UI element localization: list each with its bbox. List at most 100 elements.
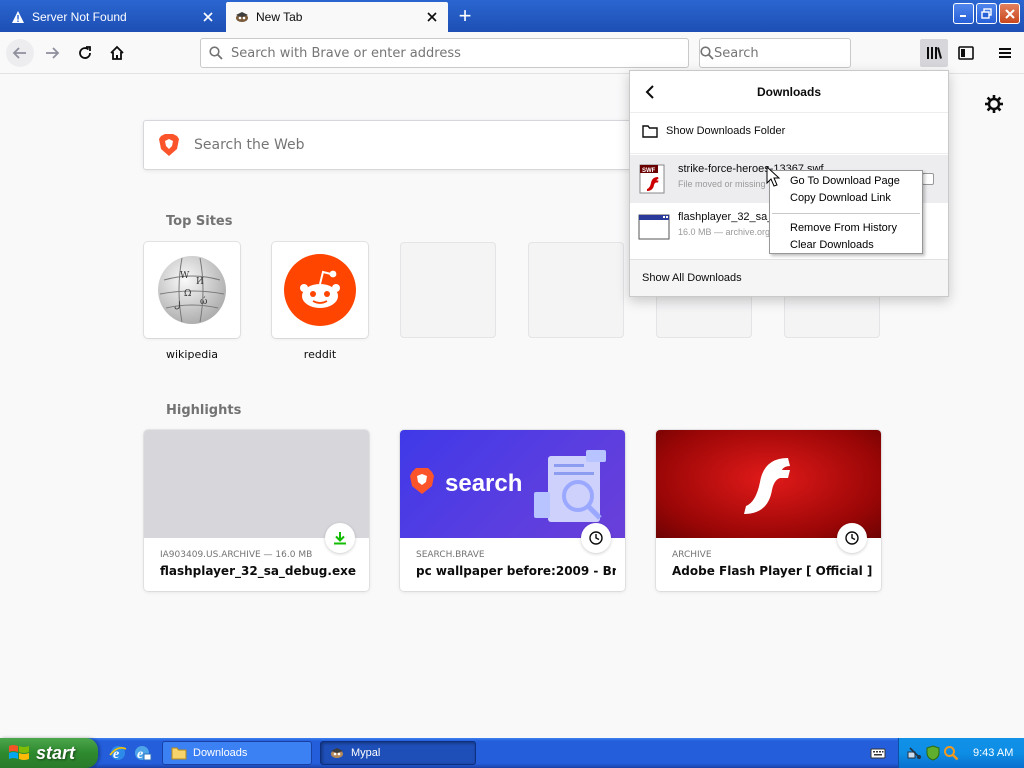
retry-button[interactable]	[922, 173, 934, 185]
card-context: IA903409.US.ARCHIVE — 16.0 MB	[160, 550, 313, 560]
sidebar-icon	[958, 46, 974, 60]
tab-label: Server Not Found	[32, 10, 127, 24]
windows-taskbar: start e e Downloads Mypal 9:43 AM	[0, 738, 1024, 768]
highlight-card[interactable]: ARCHIVE Adobe Flash Player [ Official ] …	[656, 430, 881, 591]
outlook-express-icon[interactable]: e	[132, 743, 152, 763]
card-image	[656, 430, 881, 538]
back-button[interactable]	[6, 39, 34, 67]
svg-text:SWF: SWF	[642, 168, 656, 174]
system-tray: 9:43 AM	[898, 738, 1024, 768]
show-all-downloads-button[interactable]: Show All Downloads	[630, 259, 948, 296]
card-image: search	[400, 430, 625, 538]
start-label: start	[36, 742, 76, 763]
top-site-reddit[interactable]: reddit	[272, 242, 368, 361]
mypal-icon	[329, 745, 345, 761]
new-tab-button[interactable]: +	[454, 5, 476, 28]
security-shield-icon[interactable]	[925, 745, 941, 761]
empty-site-tile	[400, 242, 496, 338]
top-site-wikipedia[interactable]: WИΩώ ل wikipedia	[144, 242, 240, 361]
network-icon[interactable]	[907, 745, 923, 761]
menu-separator	[772, 213, 920, 214]
taskbar-item-mypal[interactable]: Mypal	[320, 741, 476, 765]
svg-text:ώ: ώ	[200, 296, 207, 307]
clock-icon	[837, 523, 867, 553]
svg-text:ل: ل	[174, 301, 181, 311]
reload-button[interactable]	[71, 39, 99, 67]
card-title: Adobe Flash Player [ Official ] ( w...	[672, 564, 872, 578]
windows-flag-icon	[8, 743, 30, 763]
keyboard-layout-icon[interactable]	[870, 745, 886, 761]
site-tile	[272, 242, 368, 338]
show-downloads-folder-label: Show Downloads Folder	[666, 125, 786, 137]
site-label: reddit	[303, 348, 337, 361]
wikipedia-icon: WИΩώ ل	[158, 256, 226, 324]
internet-explorer-icon[interactable]: e	[108, 743, 128, 763]
svg-text:Ω: Ω	[184, 289, 191, 299]
search-bar[interactable]	[699, 38, 884, 68]
tab-strip: Server Not Found New Tab +	[0, 0, 1024, 32]
card-title: pc wallpaper before:2009 - Brav...	[416, 564, 616, 578]
restore-button[interactable]	[976, 3, 997, 24]
search-input[interactable]	[714, 45, 884, 61]
card-title: flashplayer_32_sa_debug.exe	[160, 564, 356, 578]
top-site-empty[interactable]	[400, 242, 496, 338]
tab-server-not-found[interactable]: Server Not Found	[2, 2, 224, 32]
url-bar[interactable]	[200, 38, 689, 68]
menu-button[interactable]	[991, 39, 1019, 67]
hamburger-menu-icon	[999, 48, 1011, 58]
forward-button[interactable]	[38, 39, 66, 67]
forward-arrow-icon	[46, 47, 60, 59]
flash-logo-icon	[744, 458, 790, 514]
close-window-button[interactable]	[999, 3, 1020, 24]
system-clock: 9:43 AM	[973, 747, 1014, 759]
swf-file-icon: SWF	[638, 163, 670, 195]
mouse-cursor-icon	[766, 165, 782, 188]
svg-text:e: e	[137, 747, 143, 762]
library-button[interactable]	[920, 39, 948, 67]
menu-item-remove-from-history[interactable]: Remove From History	[770, 220, 922, 237]
top-site-empty[interactable]	[528, 242, 624, 338]
download-icon	[325, 523, 355, 553]
downloads-title: Downloads	[756, 84, 821, 99]
download-status: 16.0 MB — archive.org	[678, 227, 771, 237]
start-button[interactable]: start	[0, 738, 98, 768]
site-tile: WИΩώ ل	[144, 242, 240, 338]
svg-text:И: И	[196, 277, 204, 287]
taskbar-item-label: Downloads	[193, 747, 248, 759]
card-image-text: search	[445, 470, 522, 497]
window-controls	[953, 3, 1020, 24]
menu-item-go-to-download-page[interactable]: Go To Download Page	[770, 173, 922, 190]
tab-label: New Tab	[256, 10, 303, 24]
taskbar-item-label: Mypal	[351, 747, 381, 759]
card-context: ARCHIVE	[672, 550, 712, 560]
menu-item-clear-downloads[interactable]: Clear Downloads	[770, 237, 922, 254]
folder-icon	[642, 124, 658, 138]
minimize-button[interactable]	[953, 3, 974, 24]
site-label: wikipedia	[165, 348, 218, 361]
highlight-card[interactable]: search SEARCH.BRAVE pc wallpaper before:…	[400, 430, 625, 591]
tab-close-icon[interactable]	[200, 9, 216, 25]
reddit-icon	[284, 254, 356, 326]
home-button[interactable]	[103, 39, 131, 67]
empty-site-tile	[528, 242, 624, 338]
search-icon	[700, 46, 714, 60]
tab-close-icon[interactable]	[424, 9, 440, 25]
sidebar-button[interactable]	[952, 39, 980, 67]
back-chevron-icon[interactable]	[640, 82, 660, 102]
show-downloads-folder-button[interactable]: Show Downloads Folder	[630, 115, 948, 147]
gear-icon[interactable]	[984, 94, 1004, 114]
warning-icon	[10, 9, 26, 25]
clock-icon	[581, 523, 611, 553]
show-all-downloads-label: Show All Downloads	[642, 272, 742, 284]
exe-file-icon	[638, 211, 670, 243]
mypal-icon	[234, 9, 250, 25]
highlight-card[interactable]: IA903409.US.ARCHIVE — 16.0 MB flashplaye…	[144, 430, 369, 591]
card-image	[144, 430, 369, 538]
url-input[interactable]	[231, 45, 688, 61]
download-status: File moved or missing	[678, 179, 766, 189]
taskbar-item-downloads[interactable]: Downloads	[162, 741, 312, 765]
brave-logo-icon	[144, 133, 194, 157]
menu-item-copy-download-link[interactable]: Copy Download Link	[770, 190, 922, 207]
tab-new-tab[interactable]: New Tab	[226, 2, 448, 32]
search-tray-icon[interactable]	[943, 745, 959, 761]
